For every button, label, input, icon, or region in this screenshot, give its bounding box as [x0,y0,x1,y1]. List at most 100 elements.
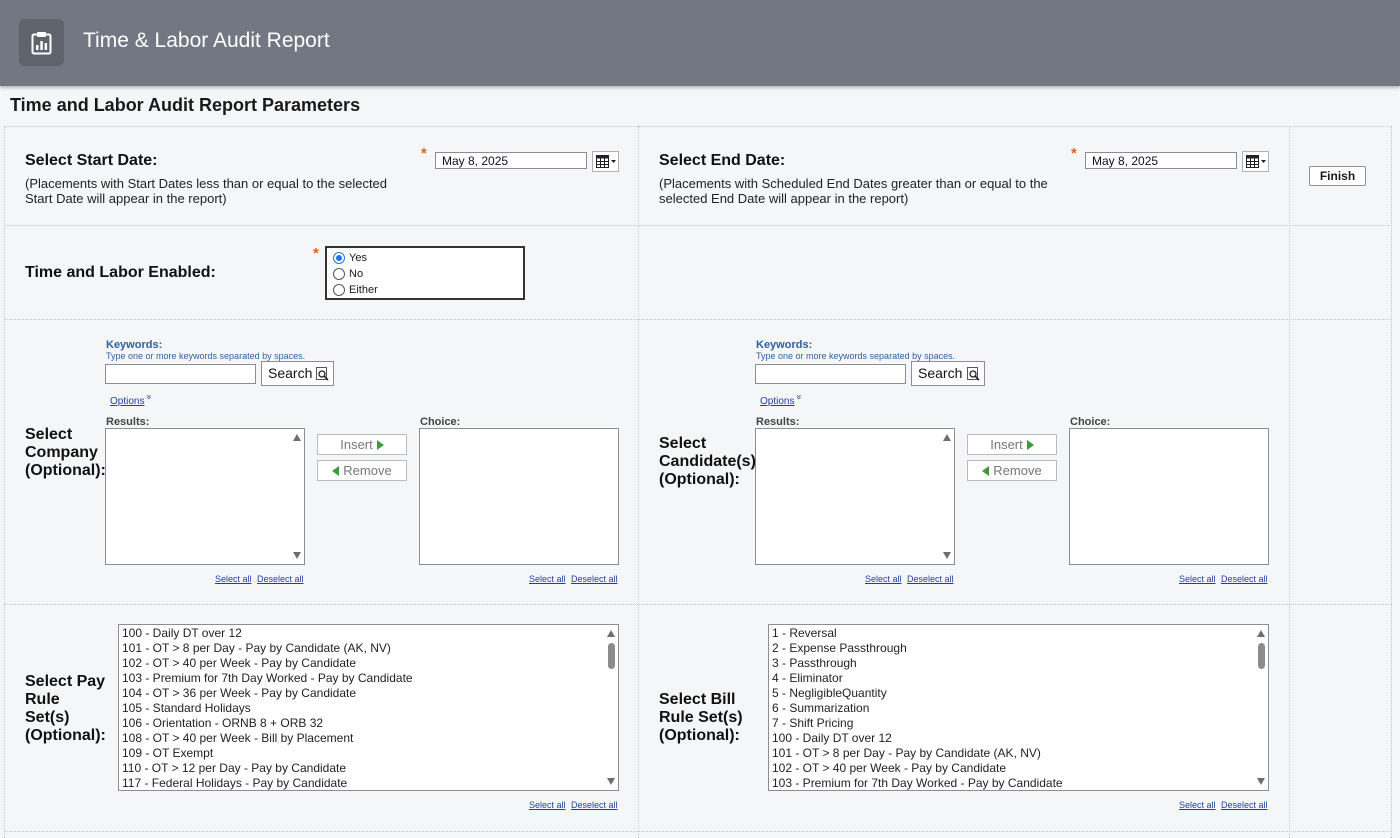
time-labor-radio-group: Yes No Either [325,246,525,300]
company-label-line1: Select [25,426,73,443]
candidate-search-button[interactable]: Search [911,361,985,386]
candidate-results-label: Results: [756,416,800,428]
candidate-choice-list[interactable] [1069,428,1269,565]
company-results-label: Results: [106,416,150,428]
scrollbar[interactable] [940,429,954,564]
chevron-down-icon[interactable]: » [795,394,805,399]
grid-line [4,831,1392,832]
candidate-results-select-all[interactable]: Select all [865,574,902,584]
list-item[interactable]: 117 - Federal Holidays - Pay by Candidat… [122,776,347,790]
start-calendar-button[interactable] [592,151,619,172]
scrollbar-thumb[interactable] [608,643,615,669]
radio-yes-button[interactable] [333,252,345,264]
candidate-options-link[interactable]: Options [760,396,794,407]
pay-rule-label-line3: Set(s) [25,709,70,726]
scrollbar-thumb[interactable] [1258,643,1265,669]
required-marker: * [1071,145,1077,162]
bill-rule-list[interactable]: 1 - Reversal 2 - Expense Passthrough 3 -… [768,624,1269,791]
company-search-label: Search [268,365,313,381]
list-item[interactable]: 103 - Premium for 7th Day Worked - Pay b… [122,671,413,686]
company-keywords-input[interactable] [105,364,256,384]
list-item[interactable]: 100 - Daily DT over 12 [122,626,242,641]
company-results-deselect-all[interactable]: Deselect all [257,574,304,584]
pay-rule-label-line4: (Optional): [25,727,106,744]
list-item[interactable]: 5 - NegligibleQuantity [772,686,887,701]
app-header: Time & Labor Audit Report [0,0,1400,86]
candidate-results-list[interactable] [755,428,955,565]
candidate-label-line2: Candidate(s) [659,453,756,470]
list-item[interactable]: 105 - Standard Holidays [122,701,251,716]
chevron-down-icon[interactable]: » [145,394,155,399]
list-item[interactable]: 102 - OT > 40 per Week - Pay by Candidat… [122,656,356,671]
bill-rule-select-all[interactable]: Select all [1179,800,1216,810]
list-item[interactable]: 109 - OT Exempt [122,746,213,761]
list-item[interactable]: 2 - Expense Passthrough [772,641,907,656]
company-search-button[interactable]: Search [261,361,334,386]
grid-line [4,225,1392,226]
company-insert-button[interactable]: Insert [317,434,407,455]
list-item[interactable]: 4 - Eliminator [772,671,843,686]
company-options-link[interactable]: Options [110,396,144,407]
scrollbar[interactable] [604,625,618,790]
grid-line [4,126,5,838]
radio-no-label: No [349,268,364,280]
list-item[interactable]: 106 - Orientation - ORNB 8 + ORB 32 [122,716,323,731]
scrollbar[interactable] [1254,625,1268,790]
pay-rule-label-line2: Rule [25,691,60,708]
pay-rule-label-line1: Select Pay [25,673,106,690]
list-item[interactable]: 102 - OT > 40 per Week - Pay by Candidat… [772,761,1006,776]
candidate-choice-select-all[interactable]: Select all [1179,574,1216,584]
list-item[interactable]: 104 - OT > 36 per Week - Pay by Candidat… [122,686,356,701]
company-label-line2: Company [25,444,98,461]
grid-line [1391,126,1392,838]
company-insert-label: Insert [340,437,373,452]
scrollbar[interactable] [290,429,304,564]
list-item[interactable]: 100 - Daily DT over 12 [772,731,892,746]
end-date-input[interactable]: May 8, 2025 [1085,152,1237,169]
calendar-icon [1246,155,1266,168]
list-item[interactable]: 101 - OT > 8 per Day - Pay by Candidate … [772,746,1041,761]
candidate-results-deselect-all[interactable]: Deselect all [907,574,954,584]
company-choice-list[interactable] [419,428,619,565]
grid-line [4,604,1392,605]
radio-no-button[interactable] [333,268,345,280]
radio-either-label: Either [349,284,378,296]
list-item[interactable]: 7 - Shift Pricing [772,716,853,731]
candidate-insert-button[interactable]: Insert [967,434,1057,455]
end-date-note-line2: selected End Date will appear in the rep… [659,191,909,206]
start-date-input[interactable]: May 8, 2025 [435,152,587,169]
finish-button[interactable]: Finish [1309,166,1366,186]
list-item[interactable]: 1 - Reversal [772,626,837,641]
bill-rule-deselect-all[interactable]: Deselect all [1221,800,1268,810]
company-results-select-all[interactable]: Select all [215,574,252,584]
list-item[interactable]: 101 - OT > 8 per Day - Pay by Candidate … [122,641,391,656]
end-calendar-button[interactable] [1242,151,1269,172]
candidate-keywords-input[interactable] [755,364,906,384]
radio-yes-label: Yes [349,252,367,264]
arrow-right-icon [1026,439,1034,450]
pay-rule-list[interactable]: 100 - Daily DT over 12 101 - OT > 8 per … [118,624,619,791]
list-item[interactable]: 3 - Passthrough [772,656,857,671]
pay-rule-deselect-all[interactable]: Deselect all [571,800,618,810]
start-date-note-line1: (Placements with Start Dates less than o… [25,176,388,191]
candidate-remove-button[interactable]: Remove [967,460,1057,481]
candidate-keywords-label: Keywords: [756,339,813,351]
bill-rule-label-line1: Select Bill [659,691,736,708]
candidate-label-line1: Select [659,435,707,452]
candidate-keywords-hint: Type one or more keywords separated by s… [756,351,956,361]
pay-rule-select-all[interactable]: Select all [529,800,566,810]
list-item[interactable]: 6 - Summarization [772,701,869,716]
grid-line [638,126,639,838]
list-item[interactable]: 103 - Premium for 7th Day Worked - Pay b… [772,776,1063,790]
list-item[interactable]: 108 - OT > 40 per Week - Bill by Placeme… [122,731,353,746]
list-item[interactable]: 110 - OT > 12 per Day - Pay by Candidate [122,761,346,776]
calendar-icon [596,155,616,168]
radio-either-button[interactable] [333,284,345,296]
candidate-choice-label: Choice: [1070,416,1111,428]
company-remove-button[interactable]: Remove [317,460,407,481]
company-choice-select-all[interactable]: Select all [529,574,566,584]
company-results-list[interactable] [105,428,305,565]
app-title: Time & Labor Audit Report [83,29,330,52]
candidate-choice-deselect-all[interactable]: Deselect all [1221,574,1268,584]
company-choice-deselect-all[interactable]: Deselect all [571,574,618,584]
